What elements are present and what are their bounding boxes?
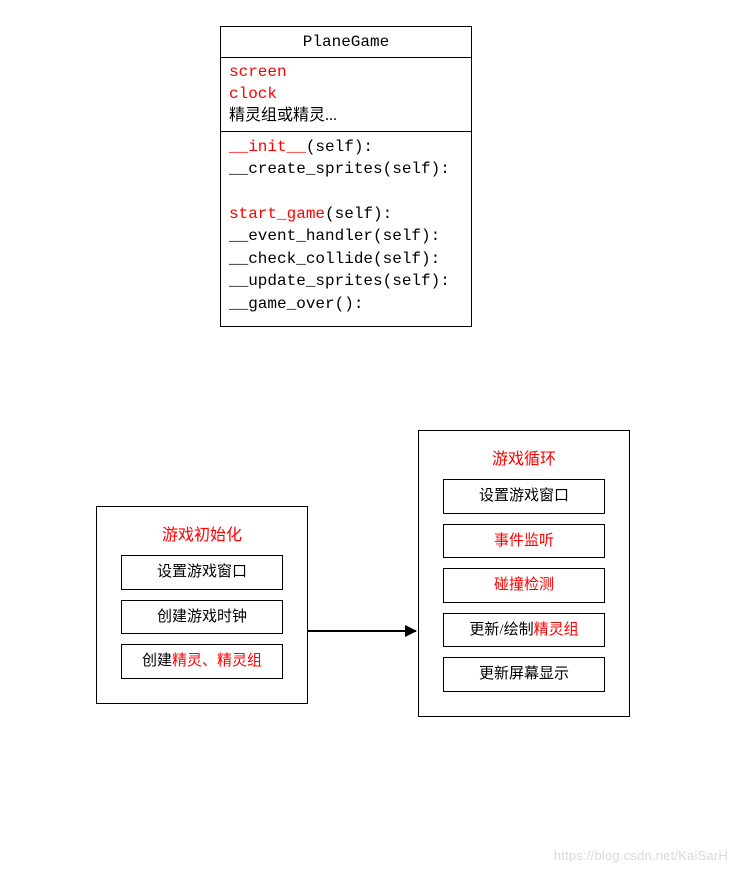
flow-item: 设置游戏窗口	[121, 555, 283, 590]
flow-area: 游戏初始化 设置游戏窗口创建游戏时钟创建精灵、精灵组 游戏循环 设置游戏窗口事件…	[0, 430, 740, 850]
flow-item: 碰撞检测	[443, 568, 605, 603]
arrow-icon	[308, 630, 416, 632]
flow-left-card: 游戏初始化 设置游戏窗口创建游戏时钟创建精灵、精灵组	[96, 506, 308, 704]
flow-right-card: 游戏循环 设置游戏窗口事件监听碰撞检测更新/绘制精灵组更新屏幕显示	[418, 430, 630, 717]
uml-method: __game_over():	[229, 293, 463, 316]
uml-attributes-section: screenclock精灵组或精灵...	[221, 58, 471, 132]
uml-methods-section: __init__(self):__create_sprites(self): s…	[221, 132, 471, 326]
uml-method: __event_handler(self):	[229, 225, 463, 248]
uml-attribute: screen	[229, 62, 463, 84]
uml-method: __create_sprites(self):	[229, 158, 463, 181]
flow-item: 更新屏幕显示	[443, 657, 605, 692]
uml-method: start_game(self):	[229, 203, 463, 226]
uml-attribute: 精灵组或精灵...	[229, 105, 463, 127]
flow-item: 创建游戏时钟	[121, 600, 283, 635]
uml-attribute: clock	[229, 84, 463, 106]
uml-method: __check_collide(self):	[229, 248, 463, 271]
uml-method	[229, 181, 463, 203]
flow-item: 更新/绘制精灵组	[443, 613, 605, 648]
flow-right-items: 设置游戏窗口事件监听碰撞检测更新/绘制精灵组更新屏幕显示	[419, 479, 629, 692]
uml-title: PlaneGame	[221, 27, 471, 58]
flow-left-title: 游戏初始化	[97, 521, 307, 545]
watermark-text: https://blog.csdn.net/KaiSarH	[554, 848, 728, 863]
uml-method: __init__(self):	[229, 136, 463, 159]
flow-item: 设置游戏窗口	[443, 479, 605, 514]
flow-left-items: 设置游戏窗口创建游戏时钟创建精灵、精灵组	[97, 555, 307, 679]
uml-class-box: PlaneGame screenclock精灵组或精灵... __init__(…	[220, 26, 472, 327]
flow-right-title: 游戏循环	[419, 445, 629, 469]
flow-item: 创建精灵、精灵组	[121, 644, 283, 679]
flow-item: 事件监听	[443, 524, 605, 559]
uml-method: __update_sprites(self):	[229, 270, 463, 293]
